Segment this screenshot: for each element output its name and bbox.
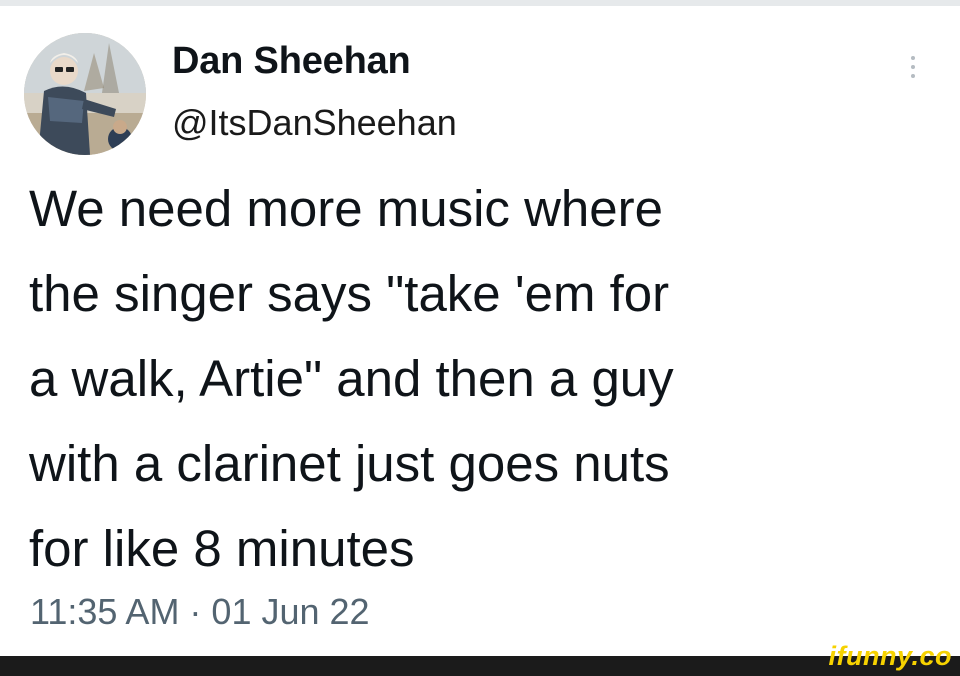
top-divider xyxy=(0,0,960,6)
site-watermark: ifunny.co xyxy=(828,641,952,671)
menu-dot xyxy=(911,65,915,69)
author-display-name[interactable]: Dan Sheehan xyxy=(172,38,411,84)
avatar[interactable] xyxy=(24,33,146,155)
tweet-timestamp[interactable]: 11:35 AM · 01 Jun 22 xyxy=(30,590,370,634)
author-handle[interactable]: @ItsDanSheehan xyxy=(172,101,457,145)
menu-dot xyxy=(911,56,915,60)
tweet-screenshot: Dan Sheehan @ItsDanSheehan We need more … xyxy=(0,0,960,676)
tweet-text: We need more music where the singer says… xyxy=(29,180,674,577)
menu-dot xyxy=(911,74,915,78)
bottom-bar xyxy=(0,656,960,676)
profile-photo-icon xyxy=(24,33,146,155)
more-options-icon[interactable] xyxy=(898,52,928,82)
